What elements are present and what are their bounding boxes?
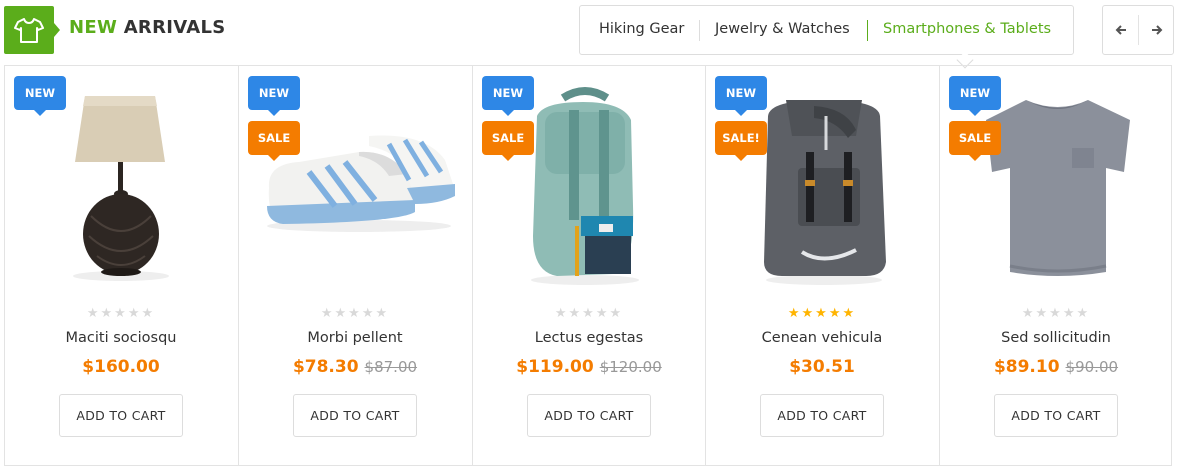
price-old: $87.00 [364,358,418,376]
add-to-cart-button[interactable]: ADD TO CART [994,394,1118,437]
section-title: NEW ARRIVALS [69,17,226,38]
product-card: NEW SALE ★★★★★ Morbi pellent $78.30 $87.0… [239,66,472,465]
price-current: $119.00 [516,357,594,377]
price-current: $160.00 [82,357,160,377]
product-grid: NEW ★★★★★ Maciti sociosqu $160.00 ADD TO… [4,65,1172,466]
badge-sale: SALE [482,121,534,161]
product-price: $119.00 $120.00 [473,357,705,377]
star-icon: ★★★★★ [787,306,857,321]
star-rating: ★★★★★ [5,306,237,321]
badge-new: NEW [248,76,300,116]
product-price: $30.51 [706,357,938,377]
price-old: $120.00 [599,358,662,376]
badge-sale: SALE [248,121,300,161]
tshirt-icon [4,6,60,54]
add-to-cart-button[interactable]: ADD TO CART [760,394,884,437]
star-rating: ★★★★★ [473,306,705,321]
badge-new: NEW [715,76,767,116]
section-title-rest: ARRIVALS [123,17,226,38]
product-card: NEW ★★★★★ Maciti sociosqu $160.00 ADD TO… [5,66,238,465]
badge-new: NEW [14,76,66,116]
tab-smartphones-tablets[interactable]: Smartphones & Tablets [883,21,1051,37]
star-rating: ★★★★★ [940,306,1172,321]
product-name[interactable]: Cenean vehicula [706,330,938,346]
add-to-cart-button[interactable]: ADD TO CART [293,394,417,437]
product-price: $78.30 $87.00 [239,357,471,377]
price-old: $90.00 [1065,358,1119,376]
badge-sale: SALE [949,121,1001,161]
product-name[interactable]: Sed sollicitudin [940,330,1172,346]
tab-jewelry-watches[interactable]: Jewelry & Watches [715,21,850,37]
product-name[interactable]: Lectus egestas [473,330,705,346]
arrow-left-icon[interactable] [1103,6,1138,54]
category-tabs: Hiking Gear Jewelry & Watches Smartphone… [579,5,1074,55]
star-icon: ★★★★★ [1021,306,1091,321]
price-current: $89.10 [993,357,1060,377]
section-header: NEW ARRIVALS Hiking Gear Jewelry & Watch… [0,0,1177,69]
product-card: NEW SALE ★★★★★ Lectus egestas $119.00 $12… [473,66,705,465]
product-price: $89.10 $90.00 [940,357,1172,377]
product-card: NEW SALE ★★★★★ Sed sollicitudin $89.10 $9… [940,66,1171,465]
badge-sale: SALE! [715,121,767,161]
price-current: $30.51 [789,357,855,377]
tab-divider [867,20,868,41]
star-icon: ★★★★★ [554,306,624,321]
star-rating: ★★★★★ [706,306,938,321]
product-name[interactable]: Maciti sociosqu [5,330,237,346]
tab-divider [699,20,700,41]
add-to-cart-button[interactable]: ADD TO CART [527,394,651,437]
star-icon: ★★★★★ [320,306,390,321]
product-card: NEW SALE! ★★★★★ Cenean vehicula $30.51 A… [706,66,939,465]
carousel-nav [1102,5,1174,55]
star-icon: ★★★★★ [86,306,156,321]
product-name[interactable]: Morbi pellent [239,330,471,346]
product-price: $160.00 [5,357,237,377]
arrow-right-icon[interactable] [1139,6,1174,54]
add-to-cart-button[interactable]: ADD TO CART [59,394,183,437]
star-rating: ★★★★★ [239,306,471,321]
badge-new: NEW [949,76,1001,116]
badge-new: NEW [482,76,534,116]
tab-hiking-gear[interactable]: Hiking Gear [599,21,684,37]
price-current: $78.30 [292,357,359,377]
section-title-accent: NEW [69,17,118,38]
